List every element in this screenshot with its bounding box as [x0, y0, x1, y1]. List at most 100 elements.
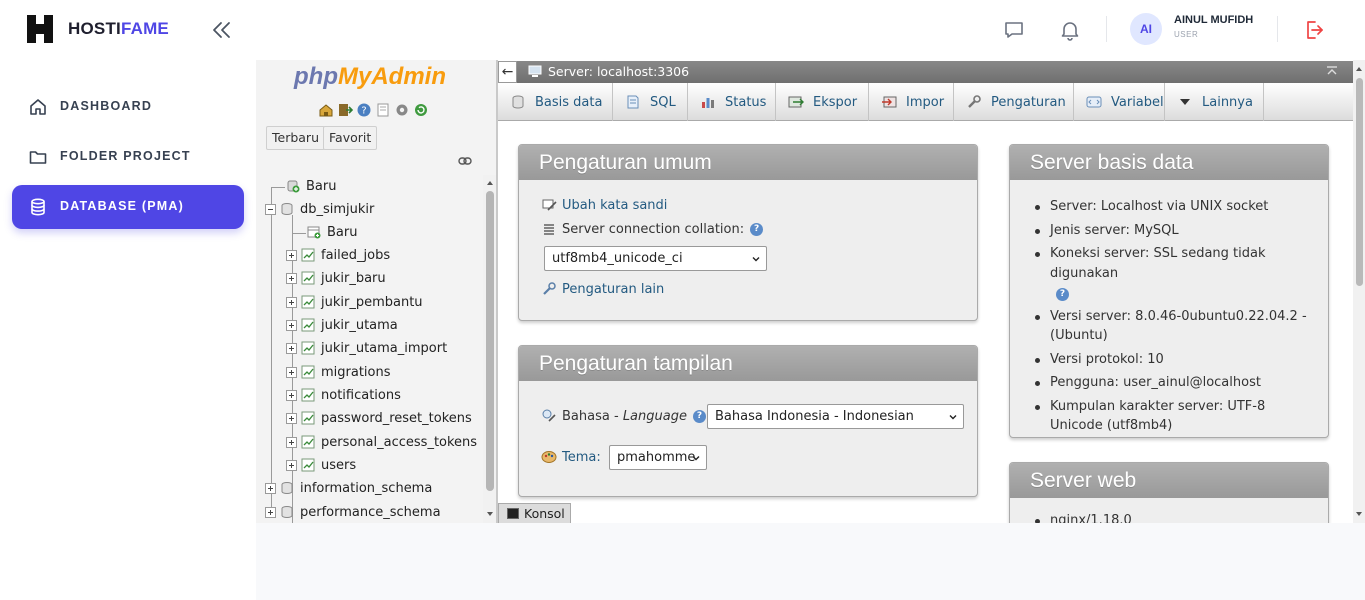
console-toggle[interactable]: Konsol: [498, 503, 571, 523]
wrench-icon: [968, 95, 981, 108]
change-password-link[interactable]: Ubah kata sandi: [562, 198, 667, 213]
avatar[interactable]: AI: [1130, 13, 1162, 45]
language-label: Bahasa: [562, 408, 610, 424]
main-scrollbar[interactable]: [1353, 60, 1365, 523]
sidebar-item-folder-project[interactable]: FOLDER PROJECT: [12, 135, 244, 179]
tree-table-item[interactable]: migrations: [286, 361, 391, 383]
expand-toggle-icon[interactable]: [286, 412, 297, 424]
collapse-toggle-icon[interactable]: [265, 203, 276, 215]
scrollbar-thumb[interactable]: [486, 191, 494, 491]
sidebar-item-dashboard[interactable]: DASHBOARD: [12, 85, 244, 129]
bell-icon[interactable]: [1058, 18, 1082, 42]
help-icon[interactable]: ?: [356, 102, 372, 118]
brand-logo-icon: [27, 15, 53, 43]
list-item: Server: Localhost via UNIX socket: [1030, 197, 1320, 217]
collapse-up-icon[interactable]: [1325, 64, 1339, 78]
expand-toggle-icon[interactable]: [286, 389, 297, 401]
help-icon[interactable]: ?: [1056, 288, 1069, 301]
chevron-down-icon: [949, 415, 957, 420]
collapse-icon[interactable]: [210, 18, 234, 42]
exit-icon[interactable]: [337, 102, 353, 118]
panel-title: Server basis data: [1010, 145, 1328, 180]
server-title[interactable]: Server: localhost:3306: [548, 64, 689, 79]
home-icon[interactable]: [318, 102, 334, 118]
tree-db-performance-schema[interactable]: performance_schema: [265, 501, 441, 523]
tree-table-item[interactable]: jukir_pembantu: [286, 291, 423, 313]
tree-table-item[interactable]: personal_access_tokens: [286, 431, 477, 453]
tree-db-information-schema[interactable]: information_schema: [265, 477, 432, 499]
scroll-up-icon[interactable]: [484, 177, 496, 189]
scroll-down-icon[interactable]: [1353, 508, 1365, 520]
server-icon: [528, 65, 542, 77]
expand-toggle-icon[interactable]: [265, 506, 276, 518]
theme-select[interactable]: pmahomme: [609, 445, 707, 470]
expand-toggle-icon[interactable]: [286, 319, 297, 331]
tab-settings[interactable]: Pengaturan: [954, 83, 1074, 121]
tree-new-database[interactable]: Baru: [286, 175, 336, 197]
table-icon: [301, 411, 315, 425]
tab-export[interactable]: Ekspor: [776, 83, 869, 121]
tree-table-item[interactable]: jukir_baru: [286, 267, 386, 289]
scroll-down-icon[interactable]: [484, 508, 496, 520]
tab-status[interactable]: Status: [688, 83, 776, 121]
gear-icon[interactable]: [394, 102, 410, 118]
help-icon[interactable]: ?: [692, 409, 706, 423]
database-icon: [281, 203, 293, 216]
tree-table-item[interactable]: jukir_utama_import: [286, 337, 447, 359]
new-table-icon: [307, 226, 321, 239]
expand-toggle-icon[interactable]: [286, 342, 297, 354]
table-icon: [301, 295, 315, 309]
expand-toggle-icon[interactable]: [286, 296, 297, 308]
sidebar-item-label: DATABASE (PMA): [60, 199, 184, 213]
variables-icon: [1086, 96, 1102, 108]
tree-table-item[interactable]: users: [286, 454, 356, 476]
tab-sql[interactable]: SQL: [613, 83, 688, 121]
language-label-en: Language: [622, 408, 687, 424]
tree-table-item[interactable]: password_reset_tokens: [286, 407, 472, 429]
collation-row: Server connection collation: ?: [541, 221, 764, 237]
sidebar-item-label: FOLDER PROJECT: [60, 149, 191, 163]
table-icon: [301, 341, 315, 355]
table-icon: [301, 271, 315, 285]
sidebar-item-database[interactable]: DATABASE (PMA): [12, 185, 244, 229]
reload-icon[interactable]: [413, 102, 429, 118]
server-breadcrumb-bar: ← Server: localhost:3306: [498, 61, 1353, 83]
tab-recent[interactable]: Terbaru: [266, 126, 325, 150]
brand[interactable]: HOSTIFAME: [27, 15, 169, 43]
help-icon[interactable]: ?: [750, 222, 764, 236]
tab-databases[interactable]: Basis data: [498, 83, 613, 121]
folder-icon: [29, 151, 47, 164]
tree-table-item[interactable]: jukir_utama: [286, 314, 398, 336]
tab-favorite[interactable]: Favorit: [323, 126, 378, 150]
expand-toggle-icon[interactable]: [286, 459, 297, 471]
tree-table-item[interactable]: failed_jobs: [286, 244, 390, 266]
list-item: Kumpulan karakter server: UTF-8 Unicode …: [1030, 397, 1320, 436]
theme-label[interactable]: Tema:: [562, 450, 601, 465]
tree-table-item[interactable]: notifications: [286, 384, 401, 406]
tab-import[interactable]: Impor: [869, 83, 954, 121]
language-select[interactable]: Bahasa Indonesia - Indonesian: [707, 404, 964, 429]
collation-select[interactable]: utf8mb4_unicode_ci: [544, 246, 767, 271]
scrollbar-thumb[interactable]: [1356, 78, 1363, 286]
expand-toggle-icon[interactable]: [286, 249, 297, 261]
pma-frame: phpMyAdmin ? Terbaru Favorit Baru db_sim…: [256, 60, 1365, 523]
chat-icon[interactable]: [1002, 18, 1026, 42]
tree-db-simjukir[interactable]: db_simjukir: [265, 198, 374, 220]
navigation-scrollbar[interactable]: [483, 175, 496, 523]
expand-toggle-icon[interactable]: [286, 366, 297, 378]
tab-more[interactable]: Lainnya: [1165, 83, 1264, 121]
more-settings-link[interactable]: Pengaturan lain: [562, 282, 664, 297]
link-icon[interactable]: [458, 156, 472, 166]
expand-toggle-icon[interactable]: [286, 272, 297, 284]
tab-variables[interactable]: Variabel: [1074, 83, 1165, 121]
database-tree: Baru db_simjukir Baru failed_jobs jukir_…: [256, 175, 484, 523]
expand-toggle-icon[interactable]: [265, 482, 276, 494]
docs-icon[interactable]: [375, 102, 391, 118]
pma-logo[interactable]: phpMyAdmin: [294, 63, 446, 91]
back-button[interactable]: ←: [498, 61, 517, 83]
expand-toggle-icon[interactable]: [286, 436, 297, 448]
tree-new-table[interactable]: Baru: [307, 221, 357, 243]
table-icon: [301, 458, 315, 472]
logout-icon[interactable]: [1302, 18, 1326, 42]
scroll-up-icon[interactable]: [1353, 63, 1365, 75]
